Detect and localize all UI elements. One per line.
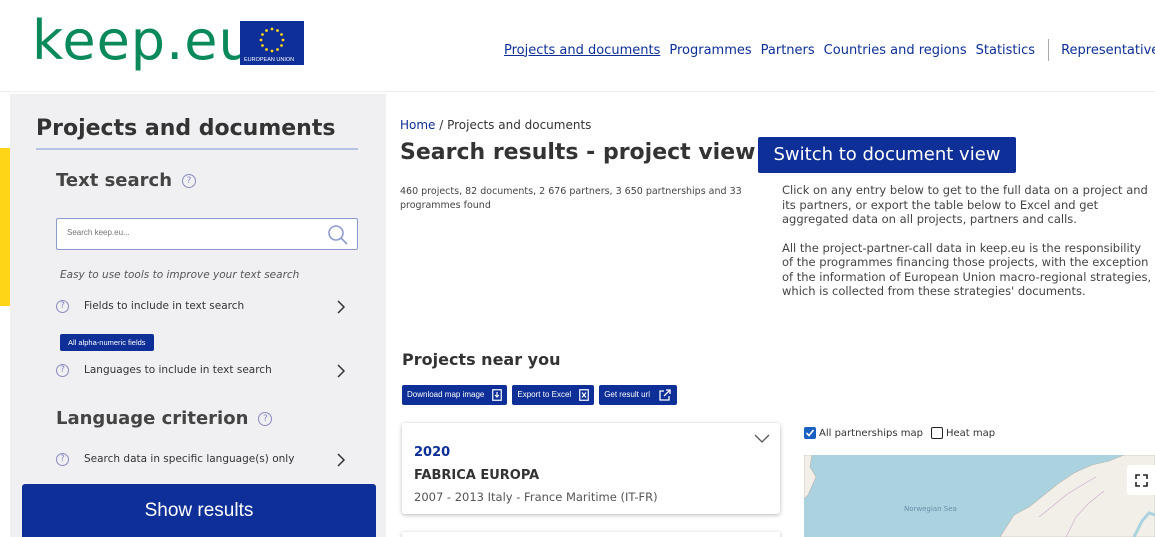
map-type-options: All partnerships map Heat map [804, 427, 995, 439]
specific-language-help-icon[interactable]: ? [56, 453, 69, 466]
export-to-excel-button[interactable]: Export to Excel [512, 385, 595, 405]
description-paragraph-1: Click on any entry below to get to the f… [782, 183, 1148, 226]
chevron-down-icon[interactable] [754, 431, 770, 449]
all-partnerships-checkbox[interactable] [804, 427, 816, 439]
yellow-accent-bar [0, 148, 10, 306]
nav-partners[interactable]: Partners [761, 43, 815, 58]
get-result-url-label: Get result url [604, 390, 650, 399]
map-sea-label: Norwegian Sea [904, 505, 957, 513]
chevron-right-icon [336, 363, 346, 382]
fields-to-include-option[interactable]: ? Fields to include in text search [56, 299, 346, 317]
search-icon[interactable] [327, 224, 349, 251]
nav-divider [1048, 39, 1050, 61]
switch-to-document-view-button[interactable]: Switch to document view [758, 137, 1016, 173]
eu-stars-icon [259, 27, 285, 53]
map-land-shapes [804, 455, 1155, 537]
sidebar-title: Projects and documents [36, 116, 336, 141]
breadcrumb-current: Projects and documents [447, 118, 592, 132]
breadcrumb-separator: / [435, 118, 448, 132]
heat-map-checkbox[interactable] [930, 427, 943, 439]
results-description: Click on any entry below to get to the f… [782, 183, 1155, 313]
external-link-icon [659, 389, 671, 401]
language-criterion-help-icon[interactable]: ? [258, 412, 273, 426]
fields-option-label: Fields to include in text search [84, 300, 245, 312]
chevron-right-icon [336, 299, 346, 318]
breadcrumb: Home / Projects and documents [400, 118, 591, 132]
specific-language-option-label: Search data in specific language(s) only [84, 453, 295, 465]
nav-statistics[interactable]: Statistics [976, 43, 1035, 58]
search-hint: Easy to use tools to improve your text s… [60, 269, 300, 281]
text-search-heading: Text search? [56, 170, 197, 191]
site-header: keep.eu EUROPEAN UNION Projects and docu… [0, 0, 1155, 92]
page-title: Search results - project view [400, 140, 756, 165]
eu-flag-label: EUROPEAN UNION [244, 57, 295, 63]
search-box [56, 218, 358, 250]
main-content: Home / Projects and documents Search res… [400, 94, 1155, 537]
specific-language-option[interactable]: ? Search data in specific language(s) on… [56, 452, 346, 470]
keep-eu-logo[interactable]: keep.eu [32, 14, 254, 68]
nav-programmes[interactable]: Programmes [669, 43, 751, 58]
languages-to-include-option[interactable]: ? Languages to include in text search [56, 363, 346, 381]
projects-near-you-heading: Projects near you [402, 350, 561, 369]
filter-sidebar: Projects and documents Text search? Easy… [10, 94, 386, 537]
nav-projects-and-documents[interactable]: Projects and documents [504, 43, 660, 58]
language-criterion-heading-label: Language criterion [56, 408, 249, 429]
breadcrumb-home[interactable]: Home [400, 118, 435, 132]
heat-map-label: Heat map [945, 427, 996, 439]
main-nav: Projects and documents Programmes Partne… [504, 39, 1155, 61]
export-to-excel-label: Export to Excel [517, 390, 572, 399]
chevron-right-icon [336, 452, 346, 471]
fullscreen-icon [1135, 474, 1148, 487]
download-map-image-label: Download map image [407, 390, 485, 399]
excel-icon [579, 389, 590, 401]
description-paragraph-2: All the project-partner-call data in kee… [782, 240, 1152, 299]
get-result-url-button[interactable]: Get result url [599, 385, 677, 405]
fields-help-icon[interactable]: ? [56, 300, 69, 313]
search-input[interactable] [67, 228, 307, 237]
project-year: 2020 [414, 445, 451, 460]
nav-representativeness[interactable]: Representativeness [1061, 43, 1155, 58]
languages-option-label: Languages to include in text search [84, 364, 272, 376]
fullscreen-button[interactable] [1127, 465, 1155, 495]
partnership-map[interactable]: Norwegian Sea [804, 455, 1155, 537]
text-search-heading-label: Text search [56, 170, 173, 191]
eu-flag-logo: EUROPEAN UNION [240, 21, 304, 65]
text-search-help-icon[interactable]: ? [182, 174, 197, 188]
download-map-image-button[interactable]: Download map image [402, 385, 508, 405]
language-criterion-heading: Language criterion? [56, 408, 273, 429]
results-count: 460 projects, 82 documents, 2 676 partne… [400, 186, 742, 211]
project-programme: 2007 - 2013 Italy - France Maritime (IT-… [414, 490, 658, 504]
show-results-button[interactable]: Show results [22, 484, 376, 537]
sidebar-title-underline [36, 148, 358, 150]
project-name: FABRICA EUROPA [414, 468, 540, 483]
download-icon [492, 389, 503, 401]
project-card-next[interactable] [402, 532, 780, 537]
fields-selected-tag: All alpha-numeric fields [60, 334, 154, 351]
map-tools: Download map image Export to Excel Get r… [402, 385, 677, 405]
project-card[interactable]: 2020 FABRICA EUROPA 2007 - 2013 Italy - … [402, 423, 780, 514]
nav-countries-and-regions[interactable]: Countries and regions [824, 43, 967, 58]
languages-help-icon[interactable]: ? [56, 364, 69, 377]
all-partnerships-label: All partnerships map [819, 427, 923, 439]
